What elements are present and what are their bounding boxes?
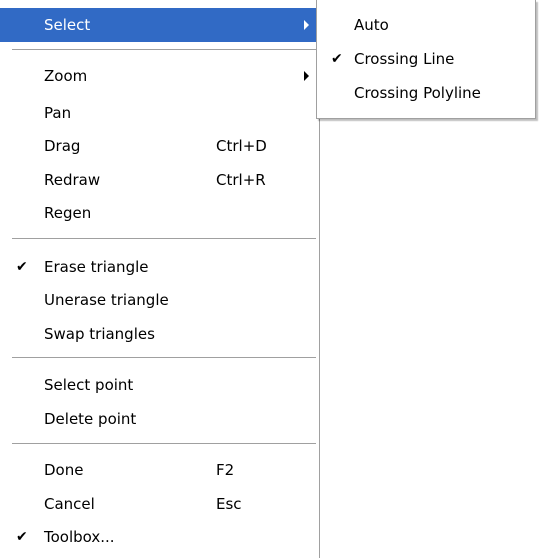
menu-item-delete-point[interactable]: Delete point (0, 402, 319, 436)
submenu-item-crossing-polyline[interactable]: Crossing Polyline (317, 76, 535, 110)
menu-item-toolbox-label: Toolbox... (44, 528, 115, 546)
submenu-item-crossing-line-label: Crossing Line (354, 50, 455, 68)
menu-item-erase-triangle[interactable]: ✔ Erase triangle (0, 250, 319, 284)
menu-item-drag-label: Drag (44, 137, 81, 155)
menu-separator (12, 443, 316, 445)
main-context-menu: Select Zoom Pan Drag Ctrl+D Redraw Ctrl+… (0, 0, 320, 558)
menu-item-cancel[interactable]: Cancel Esc (0, 487, 319, 521)
menu-item-select-point-label: Select point (44, 376, 134, 394)
context-menu-canvas: Select Zoom Pan Drag Ctrl+D Redraw Ctrl+… (0, 0, 555, 558)
menu-item-done-label: Done (44, 461, 84, 479)
menu-item-drag-shortcut: Ctrl+D (216, 137, 267, 155)
menu-item-select-label: Select (44, 16, 91, 34)
select-submenu: Auto ✔ Crossing Line Crossing Polyline (316, 0, 536, 119)
checkmark-icon: ✔ (16, 259, 28, 275)
submenu-item-auto-label: Auto (354, 16, 389, 34)
menu-item-pan-label: Pan (44, 104, 72, 122)
menu-item-zoom-label: Zoom (44, 67, 88, 85)
chevron-right-icon (304, 20, 309, 30)
menu-item-select[interactable]: Select (0, 8, 319, 42)
menu-separator (12, 238, 316, 240)
menu-item-pan[interactable]: Pan (0, 96, 319, 130)
chevron-right-icon (304, 71, 309, 81)
checkmark-icon: ✔ (331, 51, 343, 67)
menu-item-unerase-triangle-label: Unerase triangle (44, 291, 169, 309)
submenu-item-auto[interactable]: Auto (317, 8, 535, 42)
menu-item-erase-triangle-label: Erase triangle (44, 258, 149, 276)
menu-item-swap-triangles[interactable]: Swap triangles (0, 317, 319, 351)
checkmark-icon: ✔ (16, 529, 28, 545)
menu-item-delete-point-label: Delete point (44, 410, 137, 428)
menu-item-regen[interactable]: Regen (0, 196, 319, 230)
submenu-item-crossing-line[interactable]: ✔ Crossing Line (317, 42, 535, 76)
menu-item-unerase-triangle[interactable]: Unerase triangle (0, 283, 319, 317)
menu-item-toolbox[interactable]: ✔ Toolbox... (0, 520, 319, 554)
menu-item-select-point[interactable]: Select point (0, 368, 319, 402)
menu-item-redraw-label: Redraw (44, 171, 101, 189)
menu-item-done-shortcut: F2 (216, 461, 235, 479)
menu-item-regen-label: Regen (44, 204, 92, 222)
menu-item-swap-triangles-label: Swap triangles (44, 325, 155, 343)
menu-item-redraw[interactable]: Redraw Ctrl+R (0, 163, 319, 197)
menu-item-redraw-shortcut: Ctrl+R (216, 171, 266, 189)
submenu-item-crossing-polyline-label: Crossing Polyline (354, 84, 481, 102)
menu-item-zoom[interactable]: Zoom (0, 59, 319, 93)
menu-separator (12, 357, 316, 359)
menu-item-cancel-label: Cancel (44, 495, 95, 513)
menu-separator (12, 49, 316, 51)
menu-item-cancel-shortcut: Esc (216, 495, 242, 513)
menu-item-drag[interactable]: Drag Ctrl+D (0, 129, 319, 163)
menu-item-done[interactable]: Done F2 (0, 453, 319, 487)
